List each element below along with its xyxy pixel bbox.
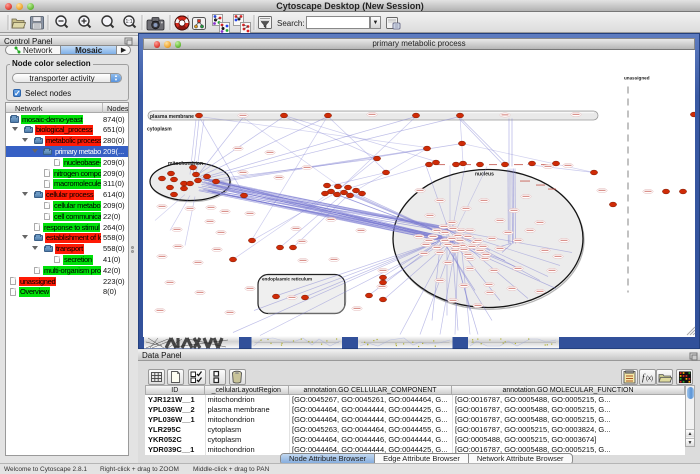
svg-text:endoplasmic reticulum: endoplasmic reticulum — [262, 277, 312, 282]
svg-text:mitochondrion: mitochondrion — [168, 161, 203, 167]
svg-text:nucleus: nucleus — [475, 172, 494, 178]
svg-text:1:1: 1:1 — [126, 19, 133, 25]
svg-text:(x): (x) — [646, 376, 653, 382]
svg-text:cytoplasm: cytoplasm — [147, 127, 172, 133]
svg-text:plasma membrane: plasma membrane — [150, 114, 194, 120]
svg-text:unassigned: unassigned — [624, 76, 650, 81]
